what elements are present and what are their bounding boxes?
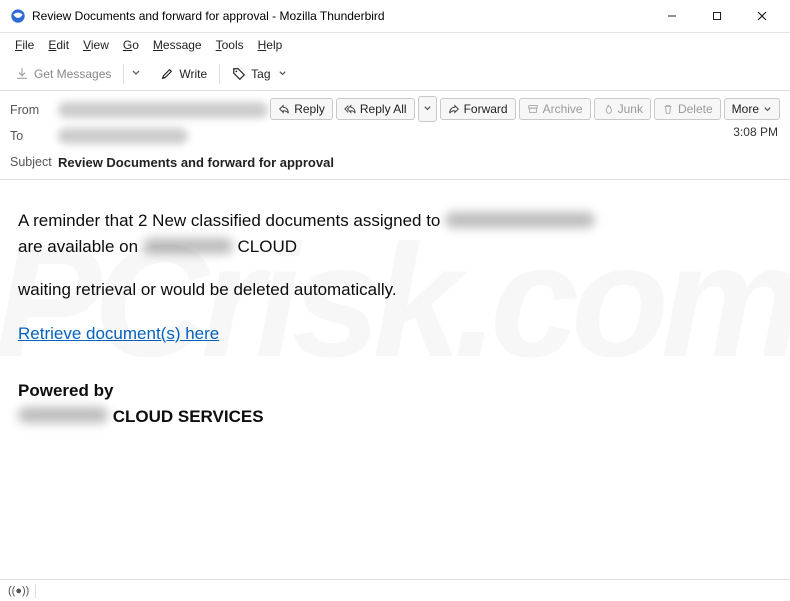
window-titlebar: Review Documents and forward for approva… — [0, 0, 790, 33]
cloud-services-line: CLOUD SERVICES — [18, 404, 772, 430]
statusbar: ((●)) — [0, 579, 790, 601]
archive-icon — [527, 103, 539, 115]
reply-all-label: Reply All — [360, 102, 407, 116]
chevron-down-icon — [131, 68, 141, 78]
archive-button[interactable]: Archive — [519, 98, 591, 120]
forward-button[interactable]: Forward — [440, 98, 516, 120]
reply-all-icon — [344, 103, 356, 115]
menu-file[interactable]: File — [8, 36, 41, 54]
message-actions: Reply Reply All Forward Archive Junk Del… — [270, 96, 780, 122]
delete-label: Delete — [678, 102, 713, 116]
body-link-paragraph: Retrieve document(s) here — [18, 321, 772, 347]
tag-button[interactable]: Tag — [225, 63, 293, 85]
get-messages-label: Get Messages — [34, 67, 111, 81]
window-controls — [649, 1, 784, 31]
reply-icon — [278, 103, 290, 115]
forward-label: Forward — [464, 102, 508, 116]
chevron-down-icon — [423, 104, 432, 113]
menu-message[interactable]: Message — [146, 36, 209, 54]
more-label: More — [732, 102, 759, 116]
archive-label: Archive — [543, 102, 583, 116]
delete-button[interactable]: Delete — [654, 98, 721, 120]
close-button[interactable] — [739, 1, 784, 31]
menu-tools[interactable]: Tools — [209, 36, 251, 54]
toolbar-separator — [219, 64, 220, 84]
get-messages-button[interactable]: Get Messages — [8, 63, 118, 85]
forward-icon — [448, 103, 460, 115]
maximize-button[interactable] — [694, 1, 739, 31]
pencil-icon — [160, 67, 174, 81]
tag-icon — [232, 67, 246, 81]
reply-all-button[interactable]: Reply All — [336, 98, 415, 120]
reply-label: Reply — [294, 102, 325, 116]
subject-label: Subject — [10, 155, 58, 169]
write-label: Write — [179, 67, 207, 81]
flame-icon — [602, 103, 614, 115]
retrieve-link[interactable]: Retrieve document(s) here — [18, 324, 219, 343]
get-messages-dropdown[interactable] — [129, 61, 143, 87]
menu-go[interactable]: Go — [116, 36, 146, 54]
powered-by-label: Powered by — [18, 378, 772, 404]
body-paragraph-1: A reminder that 2 New classified documen… — [18, 208, 772, 259]
write-button[interactable]: Write — [153, 63, 214, 85]
to-value — [58, 128, 188, 144]
minimize-button[interactable] — [649, 1, 694, 31]
chevron-down-icon — [763, 105, 772, 114]
menu-help[interactable]: Help — [251, 36, 290, 54]
window-title: Review Documents and forward for approva… — [32, 9, 649, 23]
message-timestamp: 3:08 PM — [733, 125, 778, 139]
more-button[interactable]: More — [724, 98, 780, 120]
main-toolbar: Get Messages Write Tag — [0, 57, 790, 91]
chevron-down-icon — [278, 69, 287, 78]
statusbar-separator — [35, 584, 36, 598]
body-paragraph-2: waiting retrieval or would be deleted au… — [18, 277, 772, 303]
reply-all-dropdown[interactable] — [418, 96, 437, 122]
tag-label: Tag — [251, 67, 270, 81]
trash-icon — [662, 103, 674, 115]
reply-button[interactable]: Reply — [270, 98, 333, 120]
menu-edit[interactable]: Edit — [41, 36, 76, 54]
to-label: To — [10, 129, 58, 143]
junk-button[interactable]: Junk — [594, 98, 651, 120]
download-icon — [15, 67, 29, 81]
message-body: A reminder that 2 New classified documen… — [0, 180, 790, 447]
message-header: From To Subject Review Documents and for… — [0, 91, 790, 180]
toolbar-separator — [123, 64, 124, 84]
junk-label: Junk — [618, 102, 643, 116]
subject-value: Review Documents and forward for approva… — [58, 155, 334, 170]
thunderbird-icon — [10, 8, 26, 24]
status-indicator-icon: ((●)) — [8, 585, 29, 597]
menu-view[interactable]: View — [76, 36, 116, 54]
from-value — [58, 102, 268, 118]
from-label: From — [10, 103, 58, 117]
menubar: File Edit View Go Message Tools Help — [0, 33, 790, 57]
